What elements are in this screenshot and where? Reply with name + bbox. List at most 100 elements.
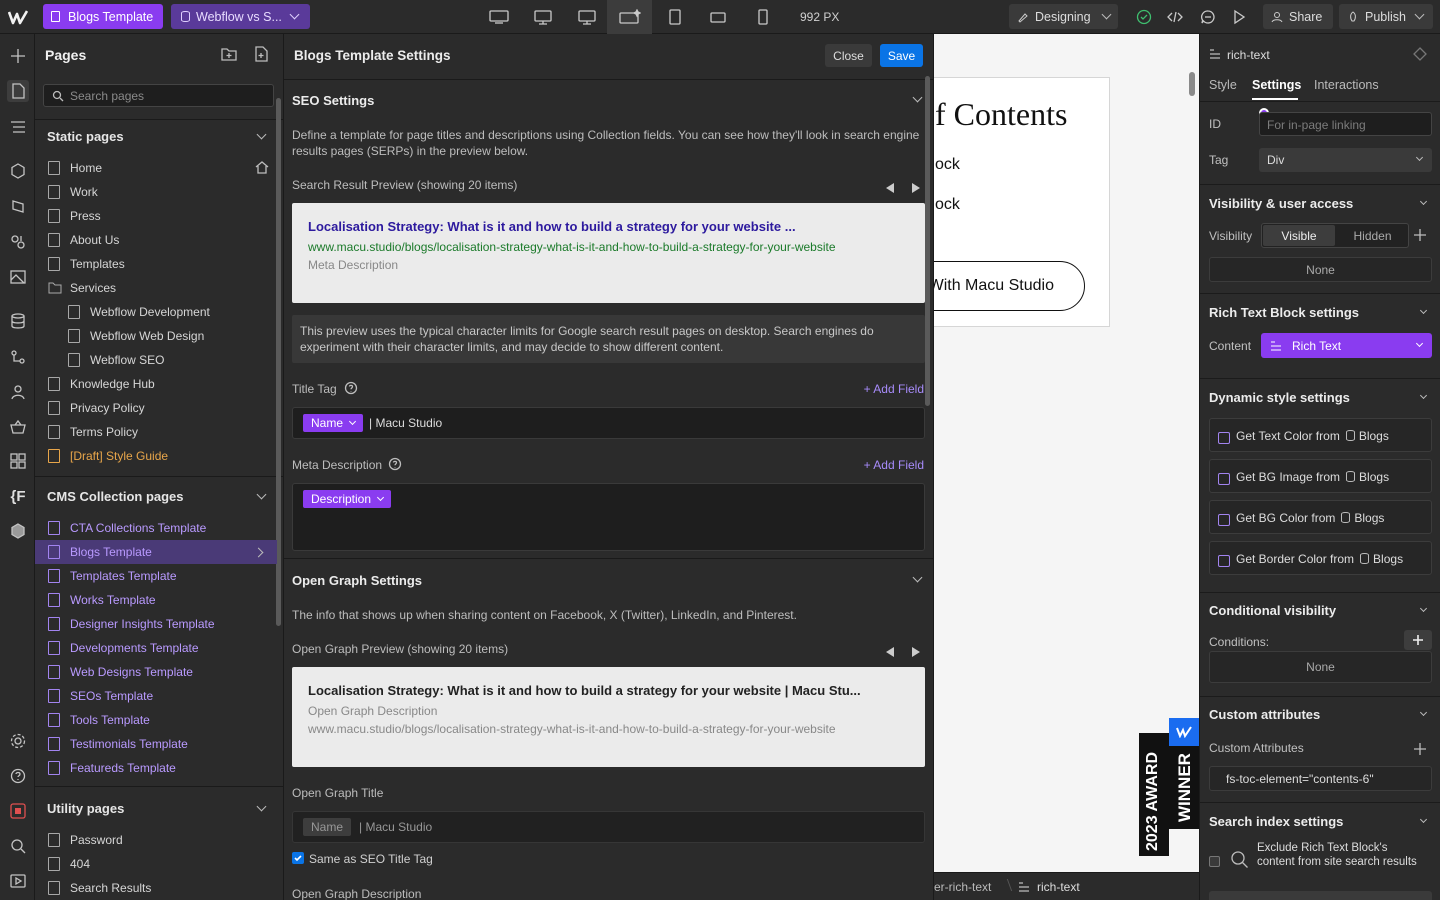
- chevron-down-icon[interactable]: [1419, 815, 1428, 824]
- tab-interactions[interactable]: Interactions: [1314, 78, 1379, 92]
- new-folder-icon[interactable]: [221, 47, 237, 61]
- dynamic-style-checkbox[interactable]: [1218, 432, 1230, 444]
- finsweet-app-icon[interactable]: {F: [7, 485, 29, 507]
- pages-icon[interactable]: [7, 80, 29, 102]
- utility-page-item[interactable]: Search Results: [35, 876, 277, 900]
- search-pages-input[interactable]: Search pages: [43, 84, 274, 107]
- logic-icon[interactable]: [7, 346, 29, 368]
- current-page-pill[interactable]: Blogs Template: [43, 4, 163, 29]
- breakpoint-tablet[interactable]: [660, 0, 690, 34]
- cms-page-item[interactable]: Developments Template: [35, 636, 277, 660]
- visibility-toggle[interactable]: Visible Hidden: [1261, 223, 1409, 248]
- ecommerce-icon[interactable]: [7, 416, 29, 438]
- rich-text-settings-heading[interactable]: Rich Text Block settings: [1209, 305, 1359, 320]
- users-icon[interactable]: [7, 381, 29, 403]
- visibility-none-box[interactable]: None: [1209, 257, 1432, 282]
- video-tutorials-icon[interactable]: [7, 870, 29, 892]
- utility-page-item[interactable]: Password: [35, 828, 277, 852]
- preview-play-icon[interactable]: [1226, 0, 1252, 34]
- conditional-visibility-heading[interactable]: Conditional visibility: [1209, 603, 1336, 618]
- dynamic-style-item[interactable]: Get BG Image from Blogs: [1209, 459, 1432, 493]
- visible-option[interactable]: Visible: [1263, 225, 1335, 246]
- dynamic-style-checkbox[interactable]: [1218, 555, 1230, 567]
- visibility-heading[interactable]: Visibility & user access: [1209, 196, 1353, 211]
- cms-page-item[interactable]: Tools Template: [35, 708, 277, 732]
- design-canvas[interactable]: f Contents ock ock With Macu Studio 2023…: [934, 34, 1199, 872]
- settings-scrollbar[interactable]: [925, 76, 930, 406]
- variables-icon[interactable]: [7, 195, 29, 217]
- dynamic-style-heading[interactable]: Dynamic style settings: [1209, 390, 1350, 405]
- cms-icon[interactable]: [7, 310, 29, 332]
- add-icon[interactable]: [1414, 229, 1426, 241]
- navigator-icon[interactable]: [7, 116, 29, 138]
- name-token[interactable]: Name: [303, 414, 364, 432]
- breakpoint-base-active[interactable]: [607, 0, 652, 34]
- custom-attribute-row[interactable]: fs-toc-element="contents-6": [1209, 766, 1432, 791]
- id-input[interactable]: For in-page linking: [1259, 112, 1432, 136]
- toc-card[interactable]: f Contents ock ock With Macu Studio: [934, 77, 1110, 327]
- tab-settings[interactable]: Settings: [1252, 78, 1301, 92]
- tag-select[interactable]: Div: [1259, 148, 1432, 172]
- next-item-icon[interactable]: [910, 182, 922, 194]
- cta-button[interactable]: With Macu Studio: [934, 261, 1085, 311]
- previous-item-icon[interactable]: [884, 646, 896, 658]
- breakpoint-desktop-large[interactable]: [528, 0, 558, 34]
- cms-page-item[interactable]: Designer Insights Template: [35, 612, 277, 636]
- mode-dropdown[interactable]: Designing: [1009, 4, 1118, 29]
- cms-page-item-selected[interactable]: Blogs Template: [35, 540, 277, 564]
- title-add-field-link[interactable]: + Add Field: [864, 382, 924, 396]
- styles-icon[interactable]: [7, 231, 29, 253]
- static-page-item[interactable]: Home: [35, 156, 277, 180]
- chevron-down-icon[interactable]: [912, 572, 923, 583]
- cms-page-item[interactable]: CTA Collections Template: [35, 516, 277, 540]
- cms-page-item[interactable]: Templates Template: [35, 564, 277, 588]
- title-tag-field[interactable]: Name | Macu Studio: [292, 407, 925, 439]
- webflow-logo-icon[interactable]: [8, 8, 28, 26]
- dynamic-style-item[interactable]: Get BG Color from Blogs: [1209, 500, 1432, 534]
- cube-app-icon[interactable]: [7, 520, 29, 542]
- publish-button[interactable]: Publish: [1339, 4, 1433, 29]
- static-page-item[interactable]: Privacy Policy: [35, 396, 277, 420]
- code-export-icon[interactable]: [1162, 0, 1188, 34]
- chevron-down-icon[interactable]: [1419, 391, 1428, 400]
- description-token[interactable]: Description: [303, 490, 392, 508]
- dynamic-style-checkbox[interactable]: [1218, 514, 1230, 526]
- static-page-item[interactable]: Webflow Web Design: [35, 324, 277, 348]
- static-page-item[interactable]: Press: [35, 204, 277, 228]
- chevron-down-icon[interactable]: [1419, 604, 1428, 613]
- add-elements-icon[interactable]: [7, 45, 29, 67]
- new-page-icon[interactable]: [254, 46, 268, 62]
- components-icon[interactable]: [7, 160, 29, 182]
- canvas-scrollbar[interactable]: [1189, 72, 1195, 96]
- tab-style[interactable]: Style: [1209, 78, 1237, 92]
- cms-pages-heading[interactable]: CMS Collection pages: [47, 489, 184, 504]
- breakpoint-desktop[interactable]: [572, 0, 602, 34]
- cms-page-item[interactable]: Featureds Template: [35, 756, 277, 780]
- same-as-seo-checkbox[interactable]: [292, 852, 304, 864]
- dynamic-style-item[interactable]: Get Text Color from Blogs: [1209, 418, 1432, 452]
- static-page-item[interactable]: Webflow Development: [35, 300, 277, 324]
- seo-settings-heading[interactable]: SEO Settings: [292, 93, 374, 108]
- meta-add-field-link[interactable]: + Add Field: [864, 458, 924, 472]
- search-icon[interactable]: [7, 835, 29, 857]
- meta-description-field[interactable]: Description: [292, 483, 925, 551]
- settings-gear-icon[interactable]: [7, 730, 29, 752]
- cms-page-item[interactable]: Web Designs Template: [35, 660, 277, 684]
- cms-page-item[interactable]: SEOs Template: [35, 684, 277, 708]
- static-pages-heading[interactable]: Static pages: [47, 129, 124, 144]
- audit-icon[interactable]: [7, 800, 29, 822]
- chevron-right-icon[interactable]: [253, 547, 264, 558]
- chevron-down-icon[interactable]: [256, 489, 267, 500]
- search-index-heading[interactable]: Search index settings: [1209, 814, 1343, 829]
- chevron-down-icon[interactable]: [256, 801, 267, 812]
- previous-item-icon[interactable]: [884, 182, 896, 194]
- site-selector-pill[interactable]: Webflow vs S...: [171, 4, 310, 29]
- info-icon[interactable]: [388, 457, 402, 471]
- breadcrumb-item[interactable]: er-rich-text: [934, 880, 991, 894]
- add-attribute-icon[interactable]: [1414, 743, 1426, 755]
- dynamic-style-item[interactable]: Get Border Color from Blogs: [1209, 541, 1432, 575]
- component-icon[interactable]: [1413, 47, 1427, 61]
- cms-page-item[interactable]: Works Template: [35, 588, 277, 612]
- static-page-item[interactable]: Work: [35, 180, 277, 204]
- toc-item[interactable]: ock: [935, 156, 960, 174]
